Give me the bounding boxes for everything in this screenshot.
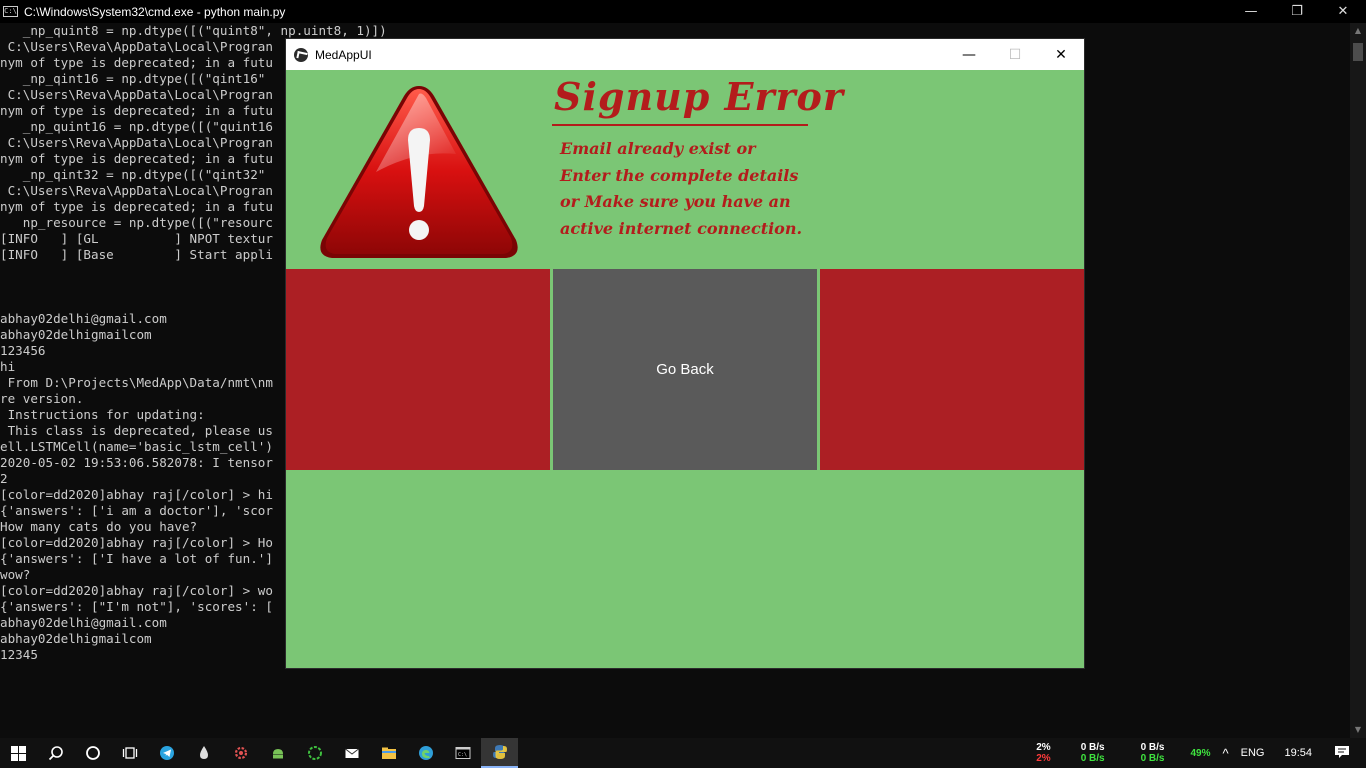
chevron-up-icon[interactable]: ^: [1223, 746, 1229, 761]
python-icon[interactable]: [481, 738, 518, 768]
console-line: _np_quint8 = np.dtype([("quint8", np.uin…: [0, 23, 387, 38]
error-message-line: active internet connection.: [560, 218, 803, 238]
android-icon[interactable]: [259, 738, 296, 768]
error-message-line: Enter the complete details: [560, 165, 799, 185]
network-speed-1: 0 B/s 0 B/s: [1081, 742, 1105, 764]
task-view-icon[interactable]: [111, 738, 148, 768]
droplet-icon[interactable]: [185, 738, 222, 768]
action-center-icon[interactable]: [1334, 744, 1350, 763]
error-message-line: or Make sure you have an: [560, 192, 791, 211]
right-red-panel: [820, 269, 1084, 470]
medapp-close-button[interactable]: ✕: [1038, 39, 1084, 70]
scrollbar-thumb[interactable]: [1353, 43, 1363, 61]
warning-triangle-icon: [320, 86, 518, 258]
taskbar: C:\ 2% 2% 0 B/s 0 B/s 0 B/s 0 B/s 49% ^ …: [0, 738, 1366, 768]
cmd-titlebar[interactable]: C:\ C:\Windows\System32\cmd.exe - python…: [0, 0, 1366, 23]
medapp-window-title: MedAppUI: [315, 47, 372, 62]
error-message: Email already exist or Enter the complet…: [560, 136, 850, 242]
settings-gear-icon[interactable]: [222, 738, 259, 768]
net1-upload: 0 B/s: [1080, 742, 1105, 753]
scroll-up-icon[interactable]: ▲: [1350, 23, 1366, 39]
telegram-icon[interactable]: [148, 738, 185, 768]
cmd-close-button[interactable]: ✕: [1320, 0, 1366, 23]
net2-download: 0 B/s: [1140, 753, 1165, 764]
net1-download: 0 B/s: [1080, 753, 1105, 764]
medapp-maximize-button[interactable]: ☐: [992, 39, 1038, 70]
button-row: Go Back: [286, 269, 1084, 470]
file-explorer-icon[interactable]: [370, 738, 407, 768]
svg-text:C:\: C:\: [458, 752, 467, 758]
windows-start-icon[interactable]: [0, 738, 37, 768]
edge-icon[interactable]: [407, 738, 444, 768]
medapp-window: MedAppUI — ☐ ✕ Signup Error Email alread…: [285, 38, 1085, 669]
cmd-window-title: C:\Windows\System32\cmd.exe - python mai…: [24, 4, 286, 19]
network-speed-2: 0 B/s 0 B/s: [1141, 742, 1165, 764]
mail-icon[interactable]: [333, 738, 370, 768]
cmd-scrollbar[interactable]: ▲ ▼: [1350, 23, 1366, 738]
left-red-panel: [286, 269, 550, 470]
medapp-minimize-button[interactable]: —: [946, 39, 992, 70]
medapp-titlebar[interactable]: MedAppUI — ☐ ✕: [286, 39, 1084, 70]
cmd-icon: C:\: [3, 6, 18, 17]
clock[interactable]: 19:54: [1284, 747, 1312, 759]
language-indicator[interactable]: ENG: [1241, 747, 1265, 759]
title-divider: [552, 124, 808, 126]
error-header: Signup Error Email already exist or Ente…: [286, 70, 1084, 269]
kivy-app-icon: [294, 47, 308, 62]
scroll-down-icon[interactable]: ▼: [1350, 722, 1366, 738]
cpu-usage: 2% 2%: [1036, 742, 1050, 764]
cortana-icon[interactable]: [74, 738, 111, 768]
cpu-usage-top: 2%: [1036, 742, 1051, 753]
go-back-button[interactable]: Go Back: [553, 269, 817, 470]
bottom-spacer: [286, 470, 1084, 668]
cmd-restore-button[interactable]: ❐: [1274, 0, 1320, 23]
cpu-usage-bottom: 2%: [1036, 753, 1051, 764]
battery-percent[interactable]: 49%: [1191, 748, 1211, 759]
error-message-line: Email already exist or: [560, 139, 756, 158]
cmd-icon[interactable]: C:\: [444, 738, 481, 768]
search-icon[interactable]: [37, 738, 74, 768]
system-tray: 2% 2% 0 B/s 0 B/s 0 B/s 0 B/s 49% ^ ENG …: [1030, 738, 1366, 768]
signup-error-title: Signup Error: [554, 74, 844, 119]
spinner-icon[interactable]: [296, 738, 333, 768]
net2-upload: 0 B/s: [1140, 742, 1165, 753]
cmd-minimize-button[interactable]: —: [1228, 0, 1274, 23]
